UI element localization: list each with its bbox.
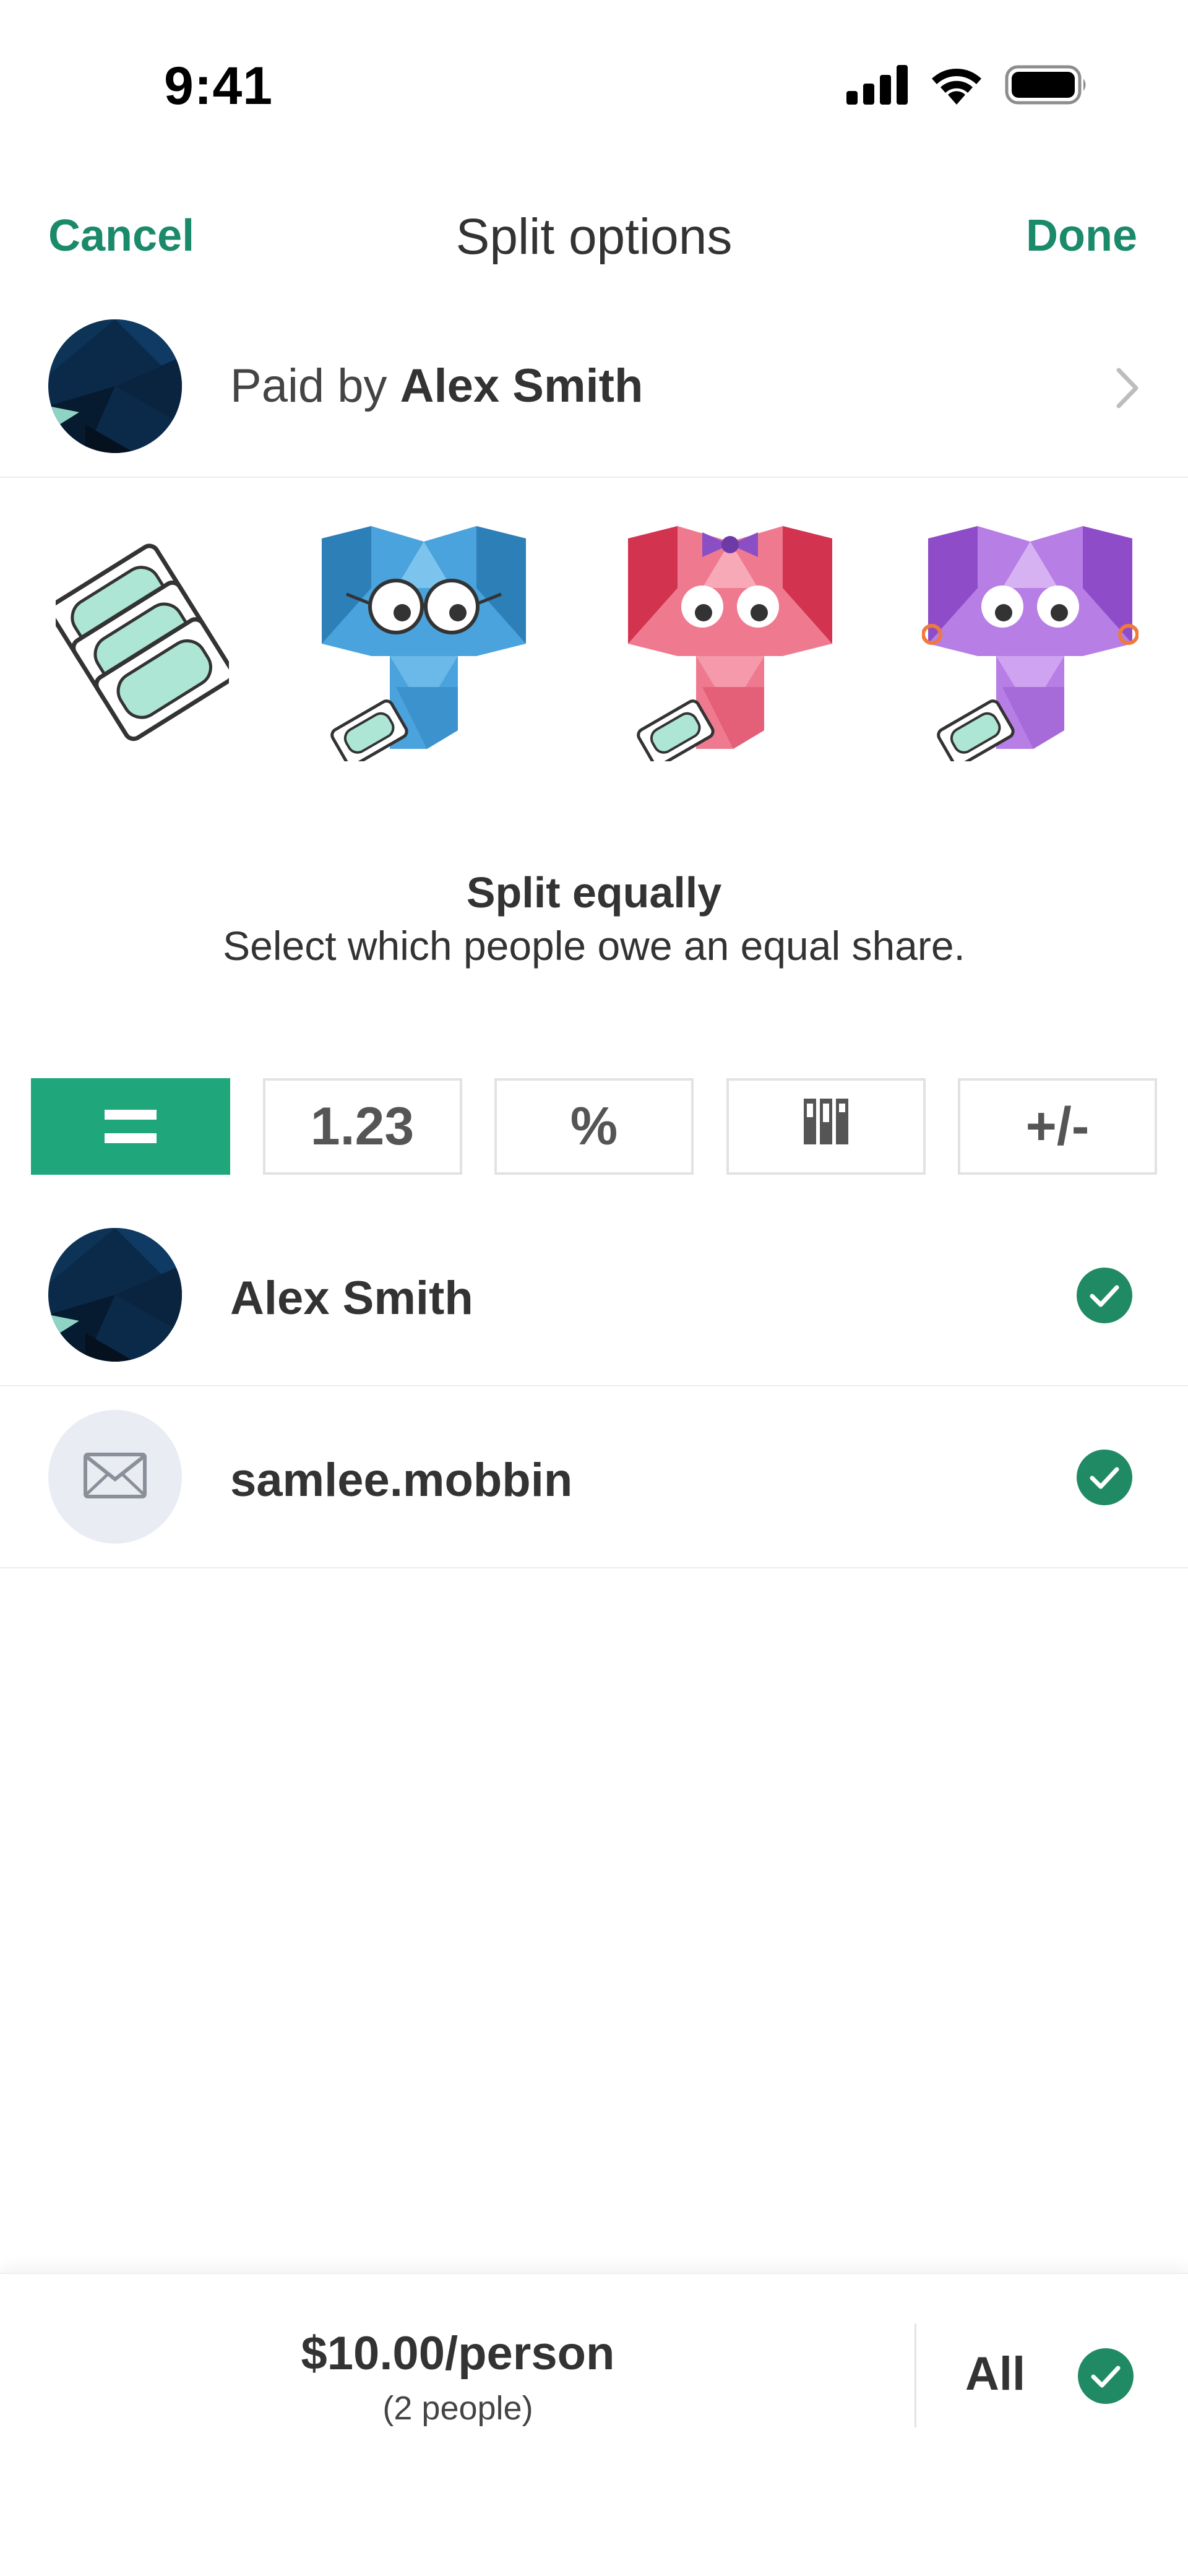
cancel-button[interactable]: Cancel: [48, 210, 194, 261]
check-icon[interactable]: [1077, 1268, 1132, 1326]
tab-equal[interactable]: [31, 1078, 230, 1175]
paid-by-text: Paid by Alex Smith: [230, 359, 643, 413]
split-method-title: Split equally: [466, 868, 722, 917]
select-all-check-icon[interactable]: [1078, 2348, 1134, 2407]
tab-exact-amounts[interactable]: 1.23: [262, 1078, 462, 1175]
status-bar: 9:41: [0, 0, 1188, 179]
tab-adjustment[interactable]: +/-: [958, 1078, 1157, 1175]
select-all-label: All: [965, 2348, 1026, 2400]
status-time: 9:41: [164, 56, 273, 116]
paid-by-row[interactable]: Paid by Alex Smith: [0, 297, 1188, 478]
bills-stack-icon: [48, 526, 235, 764]
paid-by-prefix: Paid by: [230, 360, 400, 412]
status-icons: [846, 65, 1089, 108]
divider: [915, 2323, 916, 2427]
purple-elephant-icon: [921, 526, 1139, 767]
tab-percentages[interactable]: %: [494, 1078, 694, 1175]
people-count: (2 people): [382, 2390, 533, 2427]
battery-icon: [1005, 65, 1089, 108]
person-name: Alex Smith: [230, 1272, 473, 1325]
check-icon[interactable]: [1077, 1450, 1132, 1508]
split-method-tabs: 1.23 % +/-: [31, 1078, 1157, 1175]
mail-icon: [83, 1452, 147, 1502]
split-method-description: Select which people owe an equal share.: [223, 923, 965, 969]
avatar: [48, 319, 182, 453]
tab-shares[interactable]: [726, 1078, 926, 1175]
summary-bar: $10.00/person (2 people) All: [0, 2273, 1188, 2576]
pink-elephant-icon: [622, 526, 838, 767]
chevron-right-icon: [1115, 366, 1140, 413]
person-row[interactable]: samlee.mobbin: [0, 1386, 1188, 1568]
wifi-icon: [929, 65, 984, 108]
nav-bar: Split options Cancel Done: [0, 179, 1188, 285]
person-row[interactable]: Alex Smith: [0, 1204, 1188, 1386]
blue-elephant-icon: [316, 526, 532, 767]
paid-by-name: Alex Smith: [400, 360, 644, 412]
avatar: [48, 1410, 182, 1544]
person-name: samlee.mobbin: [230, 1454, 573, 1506]
equals-icon: [105, 1110, 157, 1143]
split-illustrations: [0, 508, 1188, 767]
shares-icon: [803, 1096, 848, 1157]
per-person-amount: $10.00/person: [301, 2327, 615, 2380]
avatar: [48, 1228, 182, 1362]
signal-icon: [846, 65, 908, 108]
done-button[interactable]: Done: [1026, 210, 1137, 261]
